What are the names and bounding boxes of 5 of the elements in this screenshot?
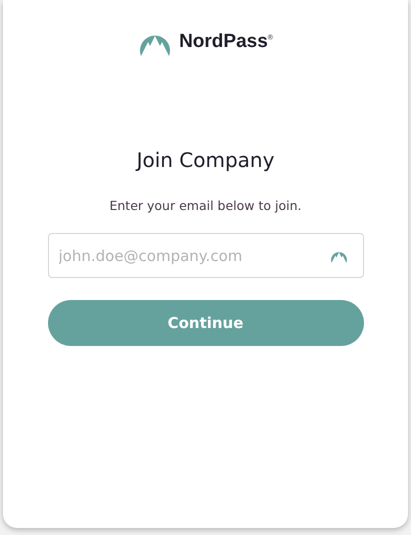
email-field[interactable]: john.doe@company.com — [48, 233, 364, 278]
subtitle: Enter your email below to join. — [109, 198, 302, 213]
logo-text: NordPass$^{®}$ — [179, 31, 273, 53]
page-title: Join Company — [136, 148, 274, 172]
continue-button[interactable]: Continue — [48, 300, 364, 346]
